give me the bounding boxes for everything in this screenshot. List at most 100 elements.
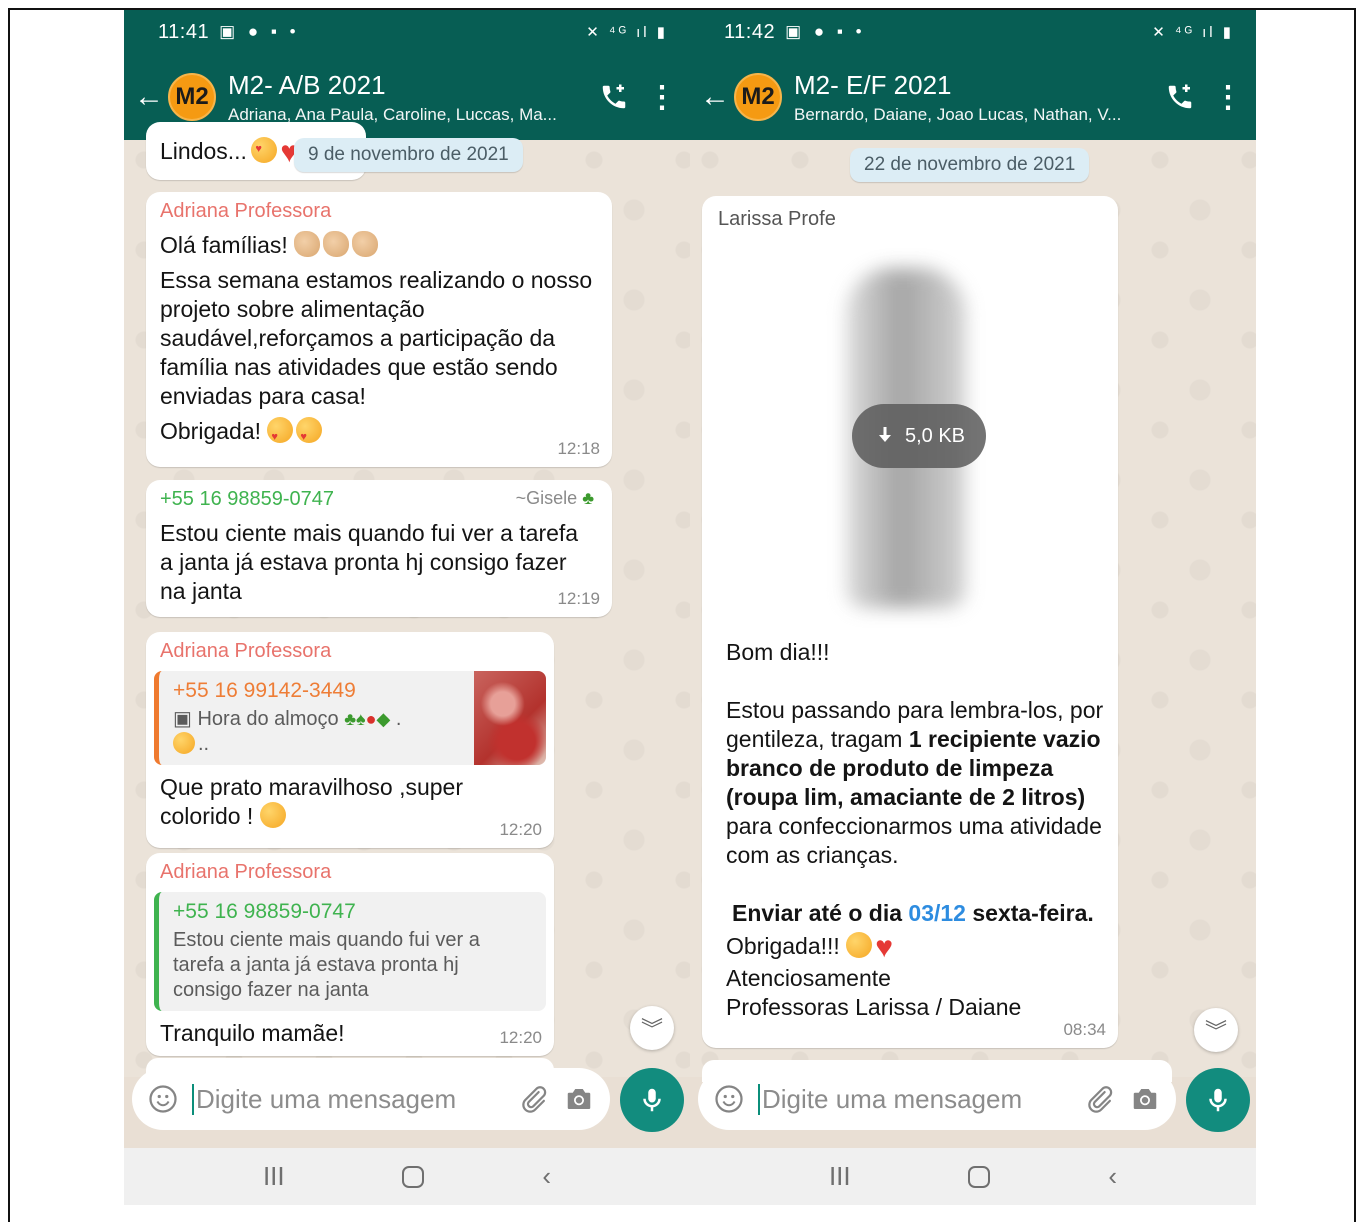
add-call-icon[interactable] — [594, 77, 634, 117]
group-title: M2- A/B 2021 — [228, 69, 386, 100]
recents-button[interactable]: III — [263, 1161, 285, 1192]
image-attachment[interactable]: 5,0 KB — [716, 238, 1092, 628]
message-time: 12:20 — [499, 1028, 542, 1047]
message-text: Lindos... — [160, 138, 247, 164]
download-size: 5,0 KB — [904, 424, 966, 447]
phone-left: 11:41 ▣ ● ▪ • ✕ ⁴ᴳ ıl ▮ ← M2 M2- A/B 202… — [124, 10, 690, 1205]
sender-alias: ~Gisele ♣ — [516, 488, 594, 509]
savoring-face-emoji-icon — [259, 802, 286, 828]
message-bubble[interactable]: +55 16 98859-0747 ~Gisele ♣ Estou ciente… — [146, 480, 612, 617]
message-body: Que prato maravilhoso ,super colorido ! — [160, 774, 463, 829]
more-vert-icon[interactable]: ⋮ — [644, 80, 680, 115]
message-composer[interactable]: Digite uma mensagem — [698, 1068, 1176, 1130]
chat-title-block[interactable]: M2- A/B 2021 Adriana, Ana Paula, Carolin… — [228, 70, 584, 125]
recents-button[interactable]: III — [829, 1161, 851, 1192]
message-paragraph: Estou passando para lembra-los, por gent… — [726, 696, 1106, 870]
camera-icon[interactable] — [562, 1082, 596, 1116]
back-button[interactable]: ‹ — [542, 1161, 551, 1192]
emoji-icon[interactable] — [712, 1082, 746, 1116]
download-button[interactable]: 5,0 KB — [852, 404, 986, 468]
message-bubble[interactable]: Adriana Professora +55 16 98859-0747 Est… — [146, 853, 554, 1056]
mic-icon[interactable] — [1186, 1068, 1250, 1132]
quoted-message[interactable]: +55 16 99142-3449 ▣ Hora do almoço ♣♠●◆ … — [154, 671, 546, 765]
back-button[interactable]: ‹ — [1108, 1161, 1117, 1192]
message-bubble[interactable]: Adriana Professora Olá famílias! Essa se… — [146, 192, 612, 467]
leafy-green-emoji-icon: ♠ — [356, 709, 366, 729]
back-arrow-icon[interactable]: ← — [130, 80, 168, 114]
cucumber-emoji-icon: ◆ — [376, 709, 391, 729]
message-content: Bom dia!!! Estou passando para lembra-lo… — [726, 638, 1106, 1022]
date-chip: 22 de novembro de 2021 — [850, 148, 1090, 182]
signature-line: Professoras Larissa / Daiane — [726, 994, 1022, 1020]
group-avatar[interactable]: M2 — [734, 73, 782, 121]
broccoli-emoji-icon: ♣ — [344, 709, 357, 729]
tomato-emoji-icon: ● — [365, 709, 377, 729]
attach-icon[interactable] — [1082, 1082, 1116, 1116]
message-text: Tranquilo mamãe! — [160, 1020, 345, 1046]
thanks-text: Obrigada!!! — [726, 933, 840, 959]
camera-icon[interactable] — [1128, 1082, 1162, 1116]
alias-text: ~Gisele — [515, 488, 578, 508]
thanks-line: Obrigada!!! ♥ — [726, 931, 1106, 964]
clapping-hands-emoji-icon — [294, 231, 321, 257]
chat-title-block[interactable]: M2- E/F 2021 Bernardo, Daiane, Joao Luca… — [794, 70, 1150, 125]
message-sender[interactable]: Adriana Professora — [160, 640, 540, 663]
message-sender[interactable]: Adriana Professora — [160, 200, 598, 223]
message-composer[interactable]: Digite uma mensagem — [132, 1068, 610, 1130]
message-input[interactable]: Digite uma mensagem — [758, 1083, 1082, 1115]
group-title: M2- E/F 2021 — [794, 69, 952, 100]
message-time: 12:20 — [499, 820, 542, 839]
android-nav-bar: III ‹ — [690, 1148, 1256, 1205]
message-sender[interactable]: Adriana Professora — [160, 861, 540, 884]
attach-icon[interactable] — [516, 1082, 550, 1116]
message-line: Bom dia!!! — [726, 639, 830, 665]
deadline-line: Enviar até o dia 03/12 sexta-feira. — [726, 899, 1106, 928]
heart-emoji-icon: ♥ — [875, 931, 893, 964]
message-sender[interactable]: Larissa Profe — [718, 208, 1102, 231]
deadline-date-link[interactable]: 03/12 — [908, 900, 966, 926]
home-button[interactable] — [402, 1165, 425, 1188]
status-time: 11:42 — [724, 20, 776, 43]
deadline-text-end: sexta-feira. — [965, 900, 1094, 926]
scroll-down-icon[interactable]: ︾ — [1194, 1008, 1238, 1052]
date-chip: 9 de novembro de 2021 — [294, 138, 523, 172]
group-members: Bernardo, Daiane, Joao Lucas, Nathan, V.… — [794, 104, 1122, 124]
message-text: Que prato maravilhoso ,super colorido ! — [160, 773, 490, 831]
message-body: Essa semana estamos realizando o nosso p… — [160, 267, 593, 409]
status-left-icons: ▣ ● ▪ • — [219, 22, 300, 41]
image-icon: ▣ — [173, 708, 192, 730]
quoted-sender: +55 16 98859-0747 — [173, 900, 356, 923]
quoted-text: ▣ Hora do almoço ♣♠●◆ . .. — [173, 708, 402, 755]
android-nav-bar: III ‹ — [124, 1148, 690, 1205]
clapping-hands-emoji-icon — [323, 231, 350, 257]
greeting-text: Olá famílias! — [160, 232, 288, 258]
love-face-emoji-icon — [267, 417, 294, 452]
message-bubble[interactable]: Larissa Profe 5,0 KB Bom dia!!! Estou pa… — [702, 196, 1118, 1048]
status-bar: 11:41 ▣ ● ▪ • ✕ ⁴ᴳ ıl ▮ — [124, 10, 690, 54]
quoted-message[interactable]: +55 16 98859-0747 Estou ciente mais quan… — [154, 892, 546, 1011]
message-time: 12:19 — [557, 589, 600, 608]
status-right-icons: ✕ ⁴ᴳ ıl ▮ — [586, 24, 668, 41]
more-vert-icon[interactable]: ⋮ — [1210, 80, 1246, 115]
message-closing: Obrigada! — [160, 417, 598, 452]
love-face-emoji-icon — [251, 137, 278, 163]
scroll-down-icon[interactable]: ︾ — [630, 1006, 674, 1050]
mic-icon[interactable] — [620, 1068, 684, 1132]
status-time: 11:41 — [158, 20, 210, 43]
message-input[interactable]: Digite uma mensagem — [192, 1083, 516, 1115]
status-right-icons: ✕ ⁴ᴳ ıl ▮ — [1152, 24, 1234, 41]
kissing-face-emoji-icon — [846, 932, 873, 958]
message-text: Estou ciente mais quando fui ver a taref… — [160, 520, 579, 604]
back-arrow-icon[interactable]: ← — [696, 80, 734, 114]
quoted-tail: .. — [198, 733, 210, 755]
group-avatar[interactable]: M2 — [168, 73, 216, 121]
emoji-icon[interactable] — [146, 1082, 180, 1116]
paragraph-text-end: para confeccionarmos uma atividade com a… — [726, 813, 1102, 868]
closing-text: Obrigada! — [160, 418, 262, 444]
download-icon — [878, 427, 891, 442]
message-bubble[interactable]: Adriana Professora +55 16 99142-3449 ▣ H… — [146, 632, 554, 848]
deadline-text: Enviar até o dia — [732, 900, 909, 926]
add-call-icon[interactable] — [1160, 77, 1200, 117]
love-face-emoji-icon — [296, 417, 323, 452]
home-button[interactable] — [968, 1165, 991, 1188]
